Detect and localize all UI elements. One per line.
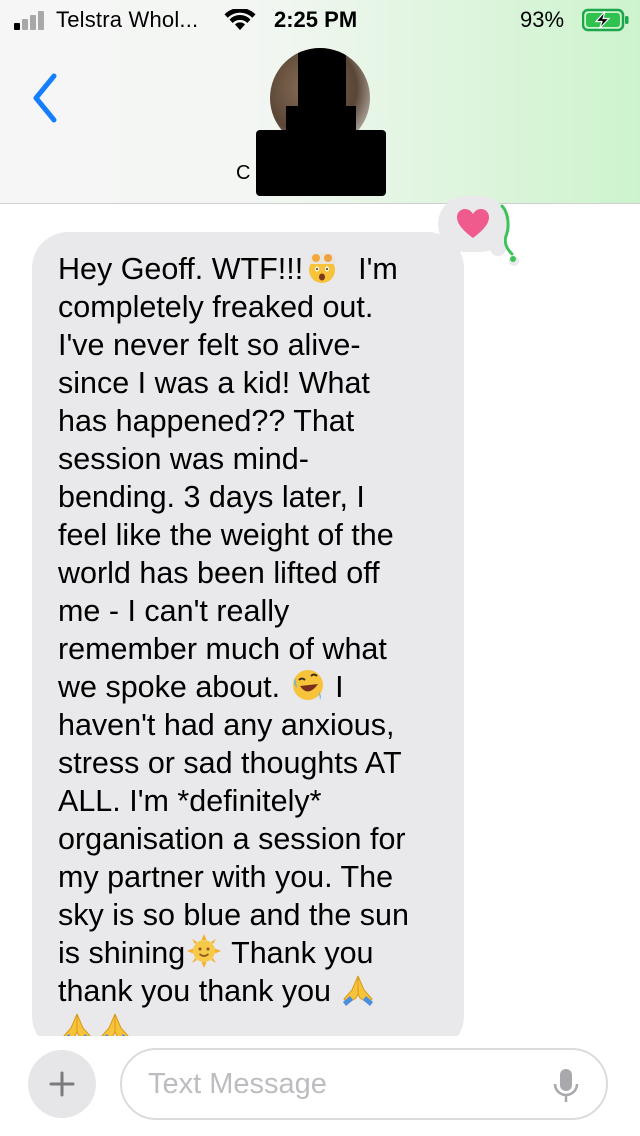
message-text-part: I'm completely freaked out. I've never f… [58,252,398,704]
message-text-part: Hey Geoff. WTF!!! [58,252,304,286]
microphone-icon[interactable] [552,1068,580,1104]
rofl-emoji-icon [292,670,323,700]
conversation-header: Telstra Whol... 2:25 PM 93% C e › [0,0,640,204]
exploding-head-emoji-icon [309,252,336,283]
sun-with-face-emoji-icon [187,934,222,968]
folded-hands-emoji-icon [343,975,374,1006]
battery-charging-icon [582,8,629,32]
status-time: 2:25 PM [274,7,358,32]
text-message-input[interactable] [148,1067,528,1101]
apps-plus-button[interactable] [28,1050,96,1118]
message-input-bar [0,1036,640,1136]
carrier-name: Telstra Whol... [56,7,199,32]
contact-name-start: C [236,162,251,184]
signal-icon [14,10,48,30]
received-message-bubble[interactable]: Hey Geoff. WTF!!! I'm completely freaked… [32,232,464,1052]
text-message-field[interactable] [120,1048,608,1120]
battery-percentage: 93% [520,7,565,32]
message-text: Hey Geoff. WTF!!! I'm completely freaked… [58,250,438,1048]
plus-icon [49,1071,75,1097]
status-bar: Telstra Whol... 2:25 PM 93% [0,0,640,40]
tapback-green-outline [500,204,516,262]
wifi-icon [224,9,256,30]
message-text-part: I haven't had any anxious, stress or sad… [58,670,409,970]
heart-icon [457,209,489,238]
back-button[interactable] [26,70,66,126]
name-redaction [256,130,386,196]
